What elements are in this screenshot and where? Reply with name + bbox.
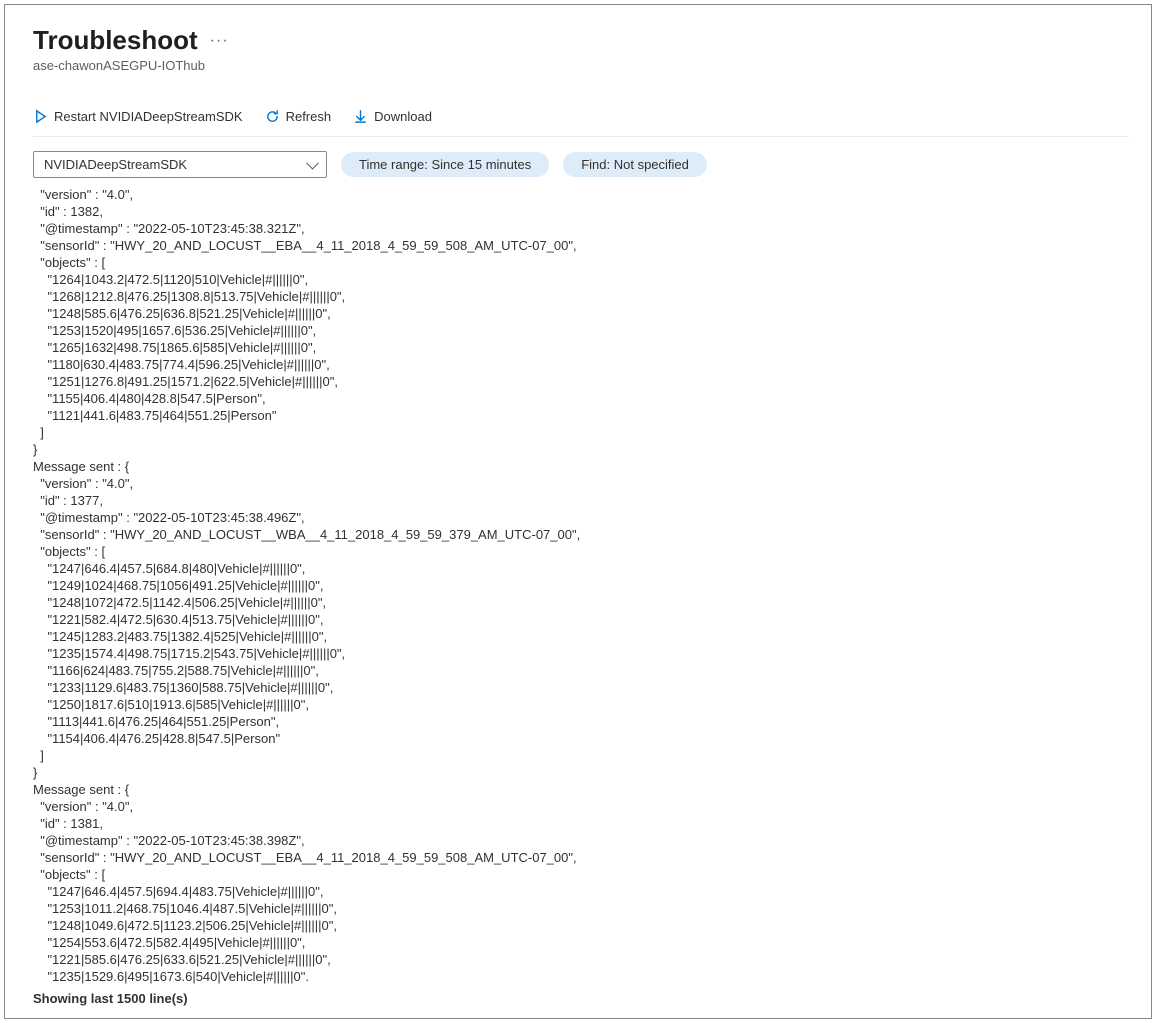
play-icon xyxy=(33,109,48,124)
refresh-label: Refresh xyxy=(286,109,332,124)
log-line: "1253|1520|495|1657.6|536.25|Vehicle|#||… xyxy=(33,322,1129,339)
log-line: "1113|441.6|476.25|464|551.25|Person", xyxy=(33,713,1129,730)
toolbar: Restart NVIDIADeepStreamSDK Refresh Down… xyxy=(33,107,1129,137)
log-line: "objects" : [ xyxy=(33,254,1129,271)
log-line: "id" : 1381, xyxy=(33,815,1129,832)
log-line: ] xyxy=(33,424,1129,441)
log-line: "version" : "4.0", xyxy=(33,475,1129,492)
log-line: "1253|1011.2|468.75|1046.4|487.5|Vehicle… xyxy=(33,900,1129,917)
log-line: "@timestamp" : "2022-05-10T23:45:38.496Z… xyxy=(33,509,1129,526)
log-line: "1247|646.4|457.5|694.4|483.75|Vehicle|#… xyxy=(33,883,1129,900)
log-line: "version" : "4.0", xyxy=(33,186,1129,203)
log-line: "1235|1574.4|498.75|1715.2|543.75|Vehicl… xyxy=(33,645,1129,662)
log-output: "version" : "4.0", "id" : 1382, "@timest… xyxy=(33,186,1129,985)
log-line: "1180|630.4|483.75|774.4|596.25|Vehicle|… xyxy=(33,356,1129,373)
log-line: Message sent : { xyxy=(33,781,1129,798)
resource-subtitle: ase-chawonASEGPU-IOThub xyxy=(33,58,1129,73)
log-line: "1166|624|483.75|755.2|588.75|Vehicle|#|… xyxy=(33,662,1129,679)
log-line: Message sent : { xyxy=(33,458,1129,475)
module-dropdown[interactable]: NVIDIADeepStreamSDK xyxy=(33,151,327,178)
log-line: "sensorId" : "HWY_20_AND_LOCUST__WBA__4_… xyxy=(33,526,1129,543)
log-line: "1233|1129.6|483.75|1360|588.75|Vehicle|… xyxy=(33,679,1129,696)
log-line: ] xyxy=(33,747,1129,764)
log-line: "1268|1212.8|476.25|1308.8|513.75|Vehicl… xyxy=(33,288,1129,305)
log-line: "@timestamp" : "2022-05-10T23:45:38.321Z… xyxy=(33,220,1129,237)
log-line: "1121|441.6|483.75|464|551.25|Person" xyxy=(33,407,1129,424)
restart-label: Restart NVIDIADeepStreamSDK xyxy=(54,109,243,124)
log-line: "1245|1283.2|483.75|1382.4|525|Vehicle|#… xyxy=(33,628,1129,645)
footer-status: Showing last 1500 line(s) xyxy=(33,991,1129,1006)
log-line: "1221|582.4|472.5|630.4|513.75|Vehicle|#… xyxy=(33,611,1129,628)
more-icon[interactable]: ··· xyxy=(210,32,229,50)
refresh-button[interactable]: Refresh xyxy=(265,107,332,126)
log-line: "id" : 1382, xyxy=(33,203,1129,220)
module-select[interactable]: NVIDIADeepStreamSDK xyxy=(33,151,327,178)
refresh-icon xyxy=(265,109,280,124)
log-line: "id" : 1377, xyxy=(33,492,1129,509)
log-line: "1235|1529.6|495|1673.6|540|Vehicle|#|||… xyxy=(33,968,1129,985)
log-line: "1264|1043.2|472.5|1120|510|Vehicle|#|||… xyxy=(33,271,1129,288)
log-line: "1221|585.6|476.25|633.6|521.25|Vehicle|… xyxy=(33,951,1129,968)
log-line: } xyxy=(33,764,1129,781)
log-line: "1248|1049.6|472.5|1123.2|506.25|Vehicle… xyxy=(33,917,1129,934)
log-line: "sensorId" : "HWY_20_AND_LOCUST__EBA__4_… xyxy=(33,237,1129,254)
log-line: "1155|406.4|480|428.8|547.5|Person", xyxy=(33,390,1129,407)
log-line: "1249|1024|468.75|1056|491.25|Vehicle|#|… xyxy=(33,577,1129,594)
filters-row: NVIDIADeepStreamSDK Time range: Since 15… xyxy=(33,151,1129,178)
time-range-pill[interactable]: Time range: Since 15 minutes xyxy=(341,152,549,177)
log-line: "1154|406.4|476.25|428.8|547.5|Person" xyxy=(33,730,1129,747)
download-icon xyxy=(353,109,368,124)
find-pill[interactable]: Find: Not specified xyxy=(563,152,707,177)
panel-frame: Troubleshoot ··· ase-chawonASEGPU-IOThub… xyxy=(4,4,1152,1019)
log-line: "1250|1817.6|510|1913.6|585|Vehicle|#|||… xyxy=(33,696,1129,713)
download-button[interactable]: Download xyxy=(353,107,432,126)
log-line: "@timestamp" : "2022-05-10T23:45:38.398Z… xyxy=(33,832,1129,849)
restart-button[interactable]: Restart NVIDIADeepStreamSDK xyxy=(33,107,243,126)
log-line: "1265|1632|498.75|1865.6|585|Vehicle|#||… xyxy=(33,339,1129,356)
page-title: Troubleshoot xyxy=(33,25,198,56)
log-line: "1251|1276.8|491.25|1571.2|622.5|Vehicle… xyxy=(33,373,1129,390)
log-line: "sensorId" : "HWY_20_AND_LOCUST__EBA__4_… xyxy=(33,849,1129,866)
log-line: "objects" : [ xyxy=(33,543,1129,560)
log-line: "1248|585.6|476.25|636.8|521.25|Vehicle|… xyxy=(33,305,1129,322)
download-label: Download xyxy=(374,109,432,124)
log-line: "1254|553.6|472.5|582.4|495|Vehicle|#|||… xyxy=(33,934,1129,951)
log-line: "version" : "4.0", xyxy=(33,798,1129,815)
header-row: Troubleshoot ··· xyxy=(33,25,1129,56)
log-line: "1247|646.4|457.5|684.8|480|Vehicle|#|||… xyxy=(33,560,1129,577)
log-line: "objects" : [ xyxy=(33,866,1129,883)
log-line: "1248|1072|472.5|1142.4|506.25|Vehicle|#… xyxy=(33,594,1129,611)
log-line: } xyxy=(33,441,1129,458)
